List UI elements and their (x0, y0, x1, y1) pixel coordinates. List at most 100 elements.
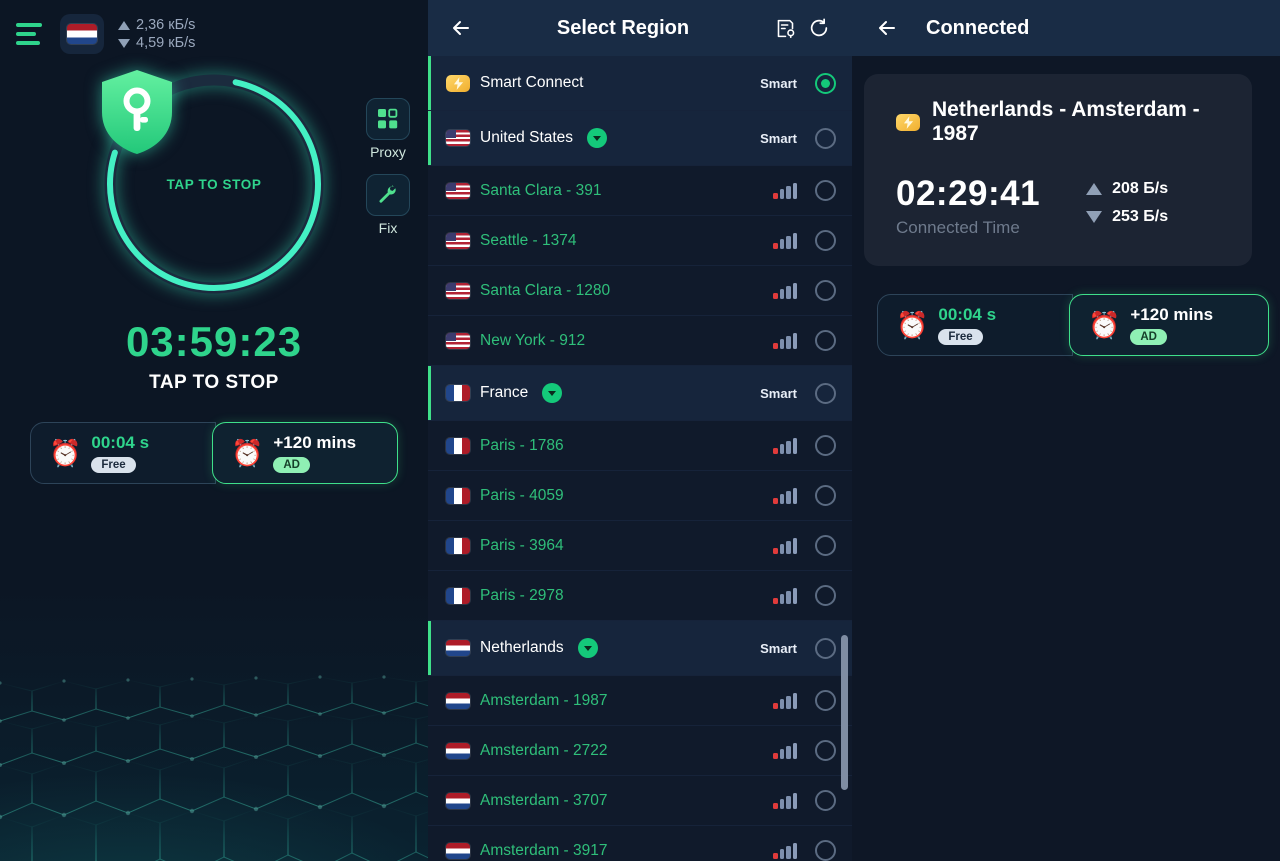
download-speed-row: 4,59 кБ/s (118, 35, 195, 51)
region-radio-button[interactable] (815, 382, 836, 404)
nl-flag-icon (446, 640, 470, 656)
side-tools: Proxy Fix (366, 98, 410, 236)
signal-strength-icon (773, 742, 797, 759)
download-speed-value: 4,59 кБ/s (136, 35, 196, 51)
fix-button[interactable]: Fix (366, 174, 410, 236)
smart-tag: Smart (760, 130, 797, 146)
region-server-row[interactable]: Paris - 4059 (428, 471, 852, 521)
upload-arrow-icon (118, 20, 130, 30)
fr-flag-icon (446, 487, 470, 504)
region-radio-button[interactable] (815, 740, 836, 761)
back-arrow-icon[interactable] (444, 11, 478, 45)
region-server-row[interactable]: Santa Clara - 1280 (428, 266, 852, 316)
timer-emoji-icon: ⏰ (49, 438, 82, 468)
smart-bolt-icon (896, 113, 920, 131)
region-radio-button[interactable] (815, 690, 836, 711)
free-time-value: 00:04 s (91, 433, 150, 452)
region-row-label: United States (480, 129, 574, 146)
signal-strength-icon (773, 232, 797, 249)
proxy-label: Proxy (370, 144, 406, 160)
chevron-down-icon[interactable] (587, 128, 608, 148)
signal-strength-icon (773, 182, 797, 199)
add-time-ad-card[interactable]: ⏰ +120 mins AD (1069, 294, 1269, 356)
region-radio-button[interactable] (815, 485, 836, 506)
connection-dial-wrap: TAP TO STOP (0, 68, 428, 300)
back-arrow-icon[interactable] (870, 11, 904, 45)
region-radio-button[interactable] (815, 330, 836, 351)
region-row-label-wrap: France (480, 383, 750, 403)
region-country-row[interactable]: Netherlands Smart (428, 621, 852, 676)
smart-tag: Smart (760, 640, 797, 656)
region-list-scrollbar[interactable] (841, 635, 848, 790)
hexagon-mesh-background (0, 581, 428, 861)
speed-indicator: 2,36 кБ/s 4,59 кБ/s (118, 17, 195, 51)
download-arrow-icon (1086, 211, 1103, 223)
region-server-row[interactable]: Paris - 1786 (428, 421, 852, 471)
region-server-row[interactable]: Paris - 2978 (428, 571, 852, 621)
region-server-row[interactable]: Paris - 3964 (428, 521, 852, 571)
us-flag-icon (446, 282, 470, 299)
session-timer-caption: TAP TO STOP (149, 372, 279, 393)
region-radio-button[interactable] (815, 535, 836, 556)
connection-dial-button[interactable]: TAP TO STOP (98, 68, 330, 300)
region-server-row[interactable]: Amsterdam - 3707 (428, 776, 852, 826)
region-radio-button[interactable] (815, 435, 836, 456)
region-server-row[interactable]: Seattle - 1374 (428, 216, 852, 266)
region-row-label: Seattle - 1374 (480, 231, 577, 249)
region-radio-button[interactable] (815, 585, 836, 606)
connected-upload-row: 208 Б/s (1086, 180, 1168, 198)
region-radio-button[interactable] (815, 72, 836, 94)
region-server-row[interactable]: Amsterdam - 1987 (428, 676, 852, 726)
region-radio-button[interactable] (815, 280, 836, 301)
region-radio-button[interactable] (815, 790, 836, 811)
hamburger-menu-icon[interactable] (12, 19, 46, 49)
fr-flag-icon (446, 437, 470, 454)
chevron-down-icon[interactable] (577, 638, 598, 658)
connected-location: Netherlands - Amsterdam - 1987 (932, 98, 1200, 145)
proxy-button[interactable]: Proxy (366, 98, 410, 160)
refresh-icon[interactable] (802, 11, 836, 45)
free-time-card[interactable]: ⏰ 00:04 s Free (877, 294, 1073, 356)
free-time-card[interactable]: ⏰ 00:04 s Free (30, 422, 216, 484)
current-country-flag-button[interactable] (60, 14, 104, 54)
smart-tag: Smart (760, 75, 797, 91)
session-timer: 03:59:23 TAP TO STOP (0, 318, 428, 394)
wrench-icon (379, 185, 396, 203)
server-pin-icon[interactable] (768, 11, 802, 45)
fix-button-box (366, 174, 410, 216)
timer-plus-emoji-icon: ⏰ (1088, 310, 1121, 340)
region-radio-button[interactable] (815, 840, 836, 861)
fr-flag-icon (446, 385, 470, 401)
select-region-title: Select Region (556, 16, 690, 39)
region-row-label-wrap: United States (480, 128, 750, 148)
region-country-row[interactable]: France Smart (428, 366, 852, 421)
connected-title: Connected (926, 16, 1030, 39)
region-list[interactable]: Smart Connect Smart United States Smart Sant… (428, 56, 852, 861)
region-country-row[interactable]: United States Smart (428, 111, 852, 166)
dial-center: TAP TO STOP (98, 68, 330, 300)
region-radio-button[interactable] (815, 637, 836, 659)
region-server-row[interactable]: Amsterdam - 3917 (428, 826, 852, 861)
left-panel-header: 2,36 кБ/s 4,59 кБ/s (0, 0, 428, 54)
signal-strength-icon (773, 792, 797, 809)
left-time-cards: ⏰ 00:04 s Free ⏰ +120 mins AD (0, 422, 428, 484)
region-country-row[interactable]: Smart Connect Smart (428, 56, 852, 111)
region-radio-button[interactable] (815, 127, 836, 149)
session-timer-value: 03:59:23 (125, 318, 303, 365)
region-server-row[interactable]: Santa Clara - 391 (428, 166, 852, 216)
region-radio-button[interactable] (815, 180, 836, 201)
select-region-header: Select Region (428, 0, 852, 56)
smart-bolt-icon (446, 74, 470, 92)
region-row-label: Amsterdam - 1987 (480, 691, 608, 709)
chevron-down-icon[interactable] (542, 383, 563, 403)
region-radio-button[interactable] (815, 230, 836, 251)
region-row-label: Paris - 2978 (480, 586, 564, 604)
upload-speed-row: 2,36 кБ/s (118, 17, 195, 33)
upload-arrow-icon (1086, 183, 1103, 195)
add-time-ad-card[interactable]: ⏰ +120 mins AD (212, 422, 398, 484)
region-server-row[interactable]: New York - 912 (428, 316, 852, 366)
region-server-row[interactable]: Amsterdam - 2722 (428, 726, 852, 776)
connected-upload-value: 208 Б/s (1112, 180, 1169, 197)
us-flag-icon (446, 232, 470, 249)
fr-flag-icon (446, 587, 470, 604)
